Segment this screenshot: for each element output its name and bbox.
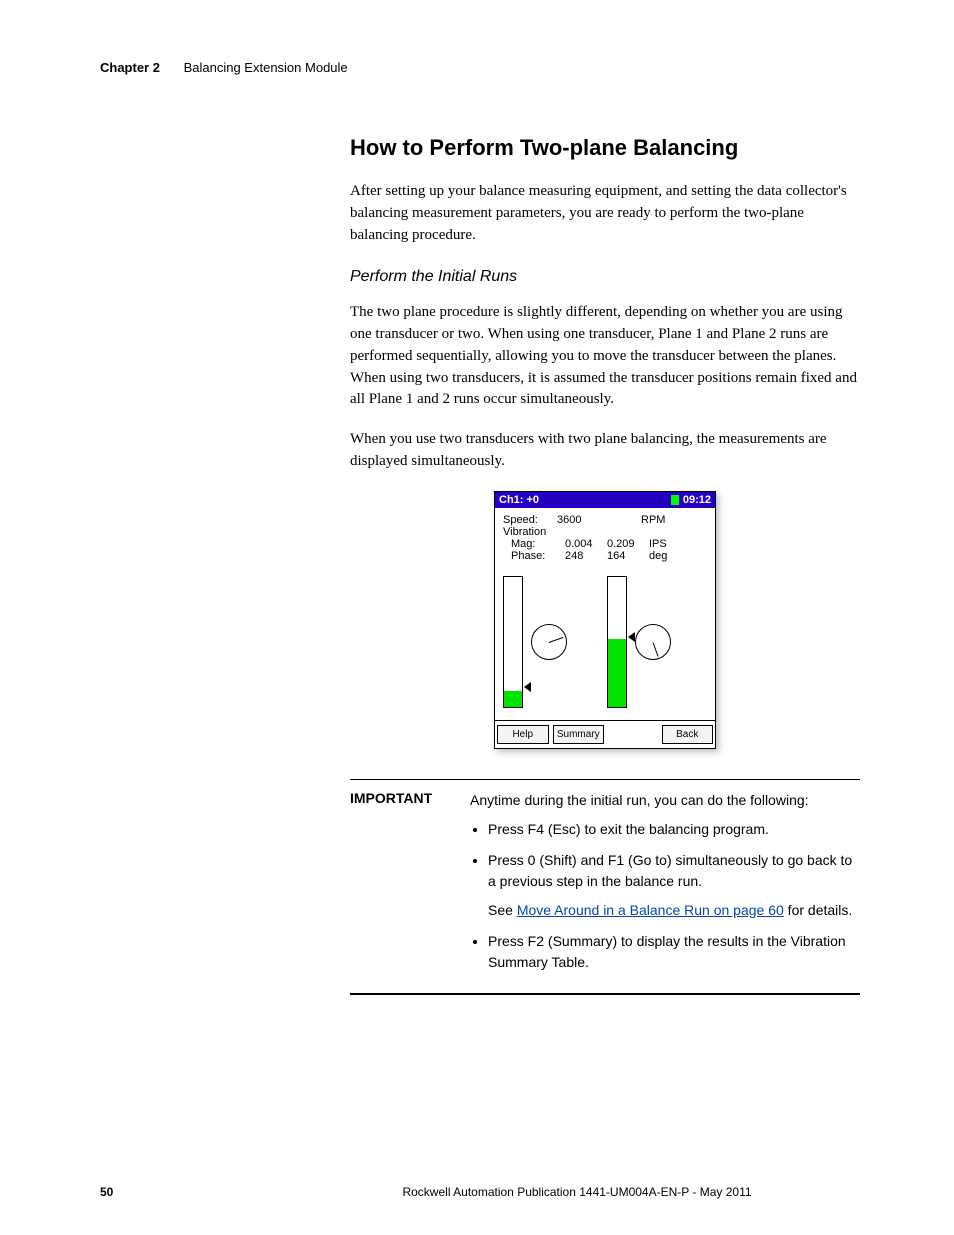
callout-bullet-2: Press 0 (Shift) and F1 (Go to) simultane…	[488, 850, 860, 921]
page-footer: 50 Rockwell Automation Publication 1441-…	[100, 1185, 854, 1199]
screenshot-readings: Speed: 3600 RPM Vibration Mag: 0.004 0.2…	[495, 508, 715, 564]
mag-unit: IPS	[649, 538, 679, 550]
page-number: 50	[100, 1185, 300, 1199]
screenshot-buttons: Help Summary Back	[495, 720, 715, 748]
paragraph-intro: After setting up your balance measuring …	[350, 181, 860, 246]
publication-footer: Rockwell Automation Publication 1441-UM0…	[300, 1185, 854, 1199]
device-screenshot: Ch1: +0 09:12 Speed: 3600 RPM Vibration …	[494, 491, 716, 749]
callout-see-note: See Move Around in a Balance Run on page…	[488, 900, 860, 921]
important-callout: IMPORTANT Anytime during the initial run…	[350, 779, 860, 995]
speed-label: Speed:	[503, 514, 557, 526]
vibration-label: Vibration	[503, 526, 557, 538]
phase-value-1: 248	[565, 550, 607, 562]
dial-gauge-2	[635, 624, 671, 660]
header-chapter: Chapter 2	[100, 60, 160, 75]
callout-bullet-3: Press F2 (Summary) to display the result…	[488, 931, 860, 973]
screenshot-titlebar: Ch1: +0 09:12	[495, 492, 715, 508]
section-heading: How to Perform Two-plane Balancing	[350, 135, 860, 161]
speed-unit: RPM	[641, 514, 671, 526]
screenshot-gauges	[495, 564, 715, 720]
paragraph-two-transducers: When you use two transducers with two pl…	[350, 429, 860, 473]
screenshot-title-left: Ch1: +0	[499, 494, 539, 506]
subheading: Perform the Initial Runs	[350, 268, 860, 286]
callout-body: Anytime during the initial run, you can …	[470, 790, 860, 983]
phase-label: Phase:	[503, 550, 565, 562]
cross-reference-link[interactable]: Move Around in a Balance Run on page 60	[517, 902, 784, 918]
bar-gauge-1	[503, 576, 523, 708]
paragraph-procedure: The two plane procedure is slightly diff…	[350, 302, 860, 411]
phase-unit: deg	[649, 550, 679, 562]
callout-intro: Anytime during the initial run, you can …	[470, 790, 860, 811]
header-title: Balancing Extension Module	[184, 60, 348, 75]
mag-value-1: 0.004	[565, 538, 607, 550]
speed-value: 3600	[557, 514, 599, 526]
marker-icon	[524, 682, 531, 692]
callout-bullet-1: Press F4 (Esc) to exit the balancing pro…	[488, 819, 860, 840]
dial-gauge-1	[531, 624, 567, 660]
blank-button	[608, 725, 658, 744]
page-header: Chapter 2 Balancing Extension Module	[100, 60, 854, 75]
battery-icon	[671, 495, 679, 505]
mag-label: Mag:	[503, 538, 565, 550]
mag-value-2: 0.209	[607, 538, 649, 550]
back-button[interactable]: Back	[662, 725, 714, 744]
summary-button[interactable]: Summary	[553, 725, 605, 744]
bar-gauge-2	[607, 576, 627, 708]
help-button[interactable]: Help	[497, 725, 549, 744]
marker-icon	[628, 632, 635, 642]
screenshot-title-right: 09:12	[671, 494, 711, 506]
callout-label: IMPORTANT	[350, 790, 470, 983]
screenshot-time: 09:12	[683, 494, 711, 506]
phase-value-2: 164	[607, 550, 649, 562]
